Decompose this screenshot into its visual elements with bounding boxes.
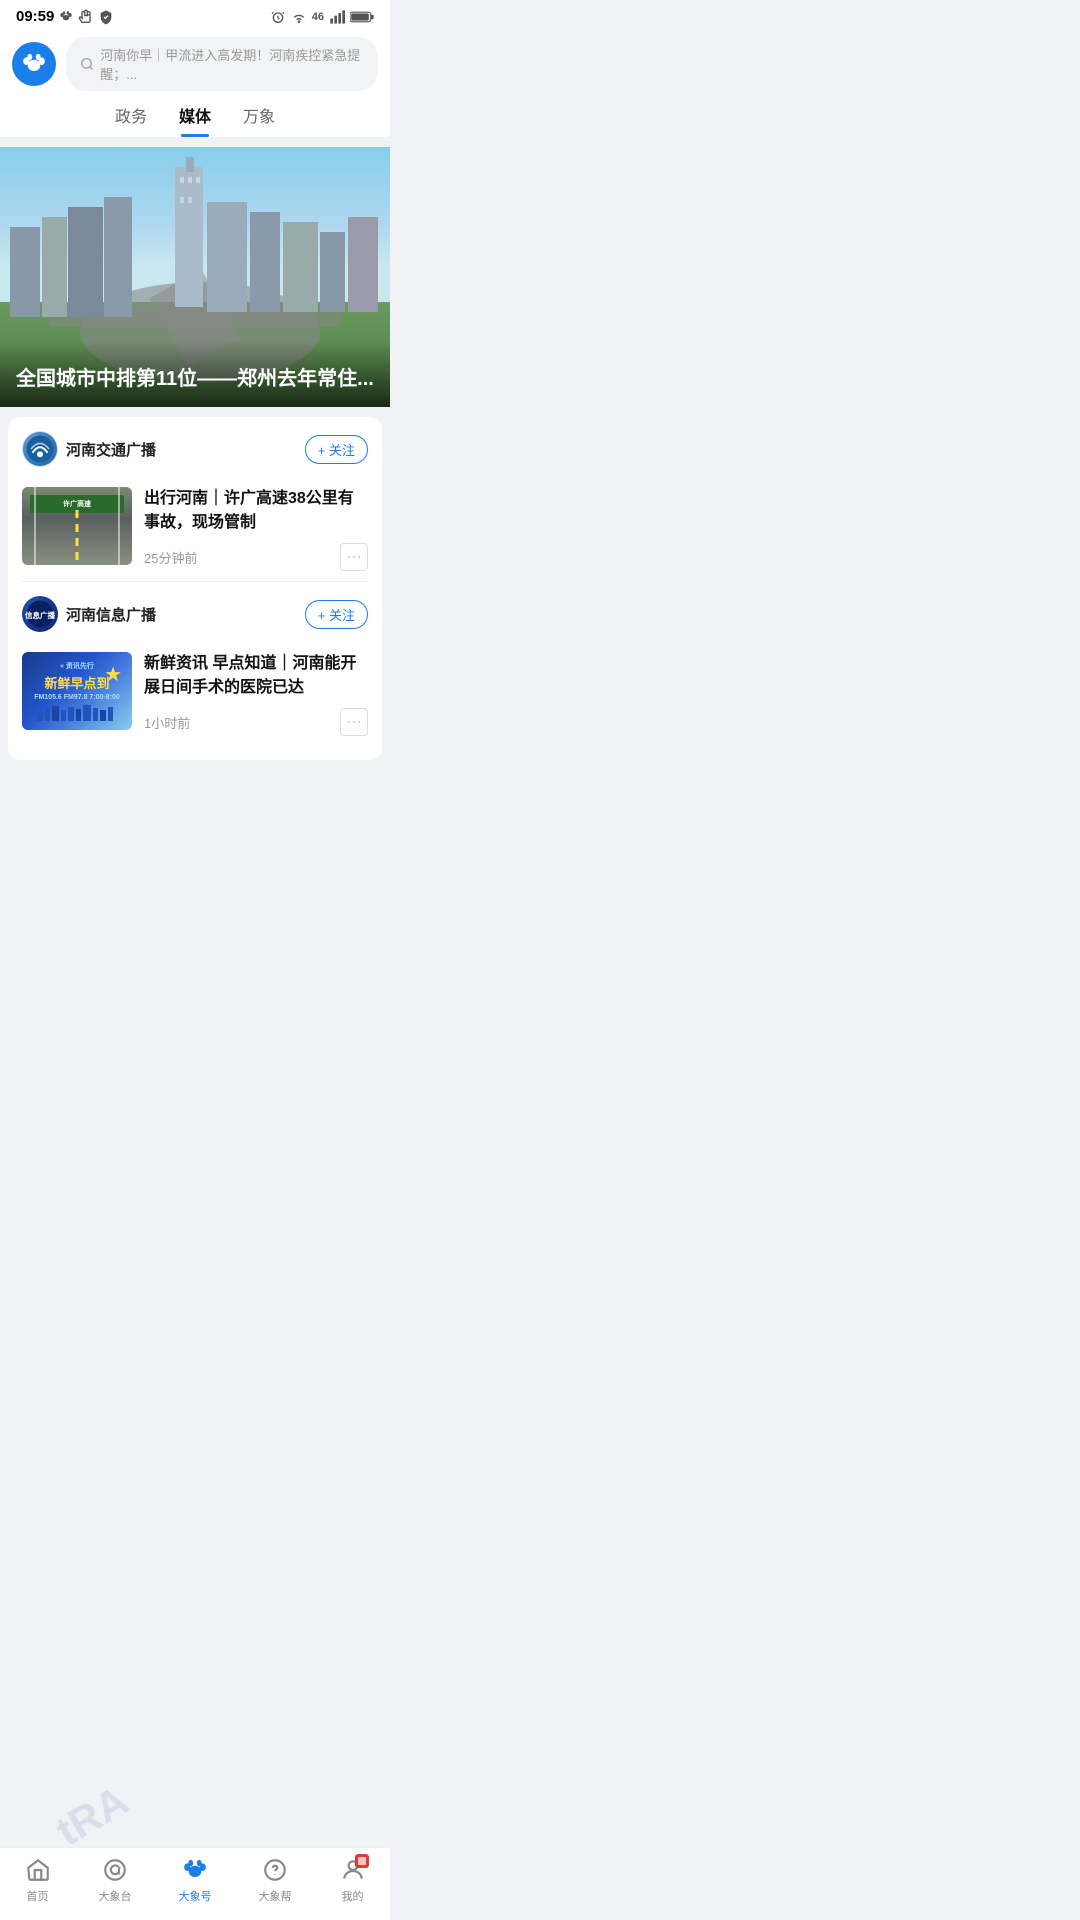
help-circle-icon: [262, 1857, 288, 1883]
search-placeholder-text: 河南你早｜甲流进入高发期！河南疾控紧急提醒；...: [100, 45, 364, 83]
nav-mine[interactable]: 我的: [339, 1856, 367, 1904]
more-icon-1[interactable]: ⋯: [340, 543, 368, 571]
publisher-block-1: 河南交通广播 + 关注 许广高速 出行河南｜许广高速38公里有事故，现场管制 2…: [22, 431, 368, 581]
publisher-avatar-info: 信息广播: [22, 596, 58, 632]
signal-icon: [329, 9, 345, 25]
hero-caption: 全国城市中排第11位——郑州去年常住...: [0, 341, 390, 407]
more-icon-2[interactable]: ⋯: [340, 708, 368, 736]
alarm-icon: [270, 9, 286, 25]
news-item-2[interactable]: « 资讯先行 新鲜早点到 FM105.6 FM97.8 7:00-8:00: [22, 642, 368, 746]
app-logo[interactable]: [12, 42, 56, 86]
wifi-icon: [291, 9, 307, 25]
publisher-row-2: 信息广播 河南信息广播 + 关注: [22, 596, 368, 632]
status-bar: 09:59 46: [0, 0, 390, 29]
nav-label-daxiangtai: 大象台: [99, 1888, 132, 1904]
nav-daxianghao[interactable]: 大象号: [179, 1856, 212, 1904]
paw-icon: [58, 9, 74, 25]
header: 河南你早｜甲流进入高发期！河南疾控紧急提醒；...: [0, 29, 390, 91]
follow-btn-2[interactable]: + 关注: [305, 600, 368, 629]
tab-wanxiang[interactable]: 万象: [243, 103, 275, 137]
publisher-name-1: 河南交通广播: [66, 439, 156, 460]
tab-zhengwu[interactable]: 政务: [115, 103, 147, 137]
nav-label-home: 首页: [27, 1888, 49, 1904]
paw-nav-icon: [181, 1855, 209, 1885]
news-title-1: 出行河南｜许广高速38公里有事故，现场管制: [144, 487, 368, 535]
hero-banner[interactable]: 全国城市中排第11位——郑州去年常住...: [0, 147, 390, 407]
home-icon: [25, 1857, 51, 1883]
battery-icon: [350, 10, 374, 24]
status-time: 09:59: [16, 8, 54, 25]
publisher-name-2: 河南信息广播: [66, 604, 156, 625]
nav-daxiangtai[interactable]: 大象台: [99, 1856, 132, 1904]
publisher-avatar-traffic: [22, 431, 58, 467]
nav-label-daxiangbang: 大象帮: [259, 1888, 292, 1904]
notification-badge: [355, 1854, 369, 1868]
news-time-2: 1小时前: [144, 713, 190, 732]
bottom-nav: 首页 大象台 大象号: [0, 1847, 390, 1920]
news-item-1[interactable]: 许广高速 出行河南｜许广高速38公里有事故，现场管制 25分钟前 ⋯: [22, 477, 368, 581]
divider: [22, 581, 368, 582]
nav-daxiangbang[interactable]: 大象帮: [259, 1856, 292, 1904]
news-time-1: 25分钟前: [144, 548, 197, 567]
search-icon: [80, 56, 94, 72]
nav-label-mine: 我的: [342, 1888, 364, 1904]
news-title-2: 新鲜资讯 早点知道｜河南能开展日间手术的医院已达: [144, 652, 368, 700]
news-cards-container: 河南交通广播 + 关注 许广高速 出行河南｜许广高速38公里有事故，现场管制 2…: [8, 417, 382, 760]
tab-meiti[interactable]: 媒体: [179, 103, 211, 137]
watermark-tra: tRA: [48, 1777, 137, 1856]
news-thumb-2: « 资讯先行 新鲜早点到 FM105.6 FM97.8 7:00-8:00: [22, 652, 132, 730]
hero-image: 全国城市中排第11位——郑州去年常住...: [0, 147, 390, 407]
hand-icon: [78, 9, 94, 25]
nav-label-daxianghao: 大象号: [179, 1888, 212, 1904]
svg-text:信息广播: 信息广播: [25, 610, 55, 620]
4g-badge: 46: [312, 11, 324, 23]
news-thumb-1: 许广高速: [22, 487, 132, 565]
tabs-bar: 政务 媒体 万象: [0, 91, 390, 137]
publisher-block-2: 信息广播 河南信息广播 + 关注 « 资讯先行 新鲜早点到 FM105.6 FM…: [22, 596, 368, 746]
publisher-row-1: 河南交通广播 + 关注: [22, 431, 368, 467]
nav-home[interactable]: 首页: [24, 1856, 52, 1904]
follow-btn-1[interactable]: + 关注: [305, 435, 368, 464]
shield-icon: [98, 9, 114, 25]
search-bar[interactable]: 河南你早｜甲流进入高发期！河南疾控紧急提醒；...: [66, 37, 378, 91]
refresh-circle-icon: [102, 1857, 128, 1883]
